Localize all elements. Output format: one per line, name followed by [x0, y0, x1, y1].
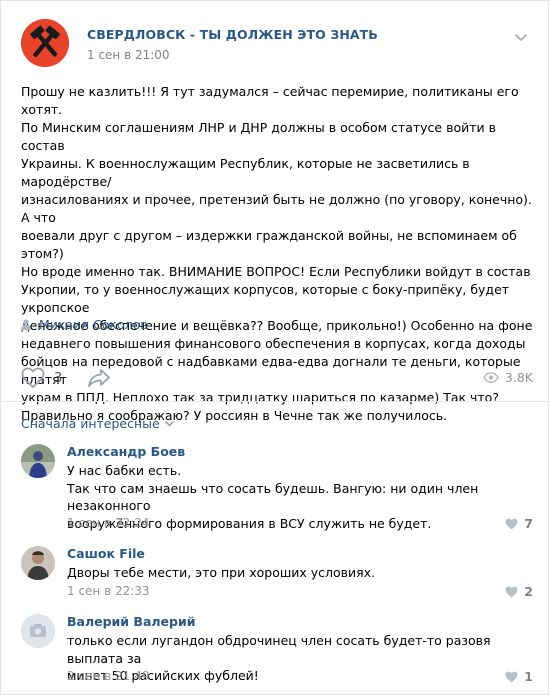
group-avatar[interactable] [21, 19, 69, 67]
comment-author[interactable]: Александр Боев [67, 444, 185, 459]
like-button[interactable]: 3 [21, 367, 62, 389]
comment-author[interactable]: Сашок File [67, 546, 145, 561]
crossed-hammers-icon [21, 19, 69, 67]
heart-icon [505, 586, 518, 597]
avatar[interactable] [21, 546, 55, 580]
group-name-link[interactable]: СВЕРДЛОВСК - ТЫ ДОЛЖЕН ЭТО ЗНАТЬ [87, 27, 378, 42]
comment-like-count: 1 [524, 669, 533, 684]
share-arrow-icon [88, 369, 110, 387]
comments-sort-label: Сначала интересные [21, 416, 160, 431]
comment-item: Валерий Валерий только если лугандон обд… [21, 614, 533, 686]
comment-date[interactable]: 1 сен в 22:33 [67, 584, 150, 598]
post-signer[interactable]: Михаил Соколов [21, 315, 148, 333]
comment-item: Сашок File Дворы тебе мести, это при хор… [21, 546, 533, 601]
comments-divider [1, 401, 548, 402]
eye-icon [483, 372, 499, 383]
comment-like-button[interactable]: 2 [505, 584, 533, 599]
avatar[interactable] [21, 614, 55, 648]
chevron-down-icon [165, 420, 174, 426]
signer-name[interactable]: Михаил Соколов [39, 317, 148, 332]
user-photo-icon [21, 444, 55, 478]
post-actions: 3 3.8K [21, 363, 533, 393]
heart-icon [21, 367, 45, 388]
like-count: 3 [54, 370, 63, 386]
comment-item: Александр Боев У нас бабки есть. Так что… [21, 444, 533, 534]
avatar[interactable] [21, 444, 55, 478]
chevron-down-icon[interactable] [513, 29, 529, 45]
comment-date[interactable]: 1 сен в 22:24 [67, 516, 150, 530]
heart-icon [505, 518, 518, 529]
comment-like-button[interactable]: 7 [505, 516, 533, 531]
post-header: СВЕРДЛОВСК - ТЫ ДОЛЖЕН ЭТО ЗНАТЬ 1 сен в… [21, 19, 531, 67]
user-icon [21, 319, 31, 330]
comment-author[interactable]: Валерий Валерий [67, 614, 195, 629]
share-button[interactable] [87, 367, 111, 393]
views-counter: 3.8K [483, 370, 533, 385]
comment-date[interactable]: 2 сен в 21:49 [67, 669, 150, 683]
user-photo-icon [21, 546, 55, 580]
heart-icon [505, 671, 518, 682]
post-date[interactable]: 1 сен в 21:00 [87, 48, 170, 62]
comments-sort-dropdown[interactable]: Сначала интересные [21, 416, 174, 431]
post-card: СВЕРДЛОВСК - ТЫ ДОЛЖЕН ЭТО ЗНАТЬ 1 сен в… [0, 0, 549, 695]
comment-like-count: 7 [524, 516, 533, 531]
camera-icon [21, 614, 55, 648]
views-count: 3.8K [504, 370, 533, 385]
comment-text: Дворы тебе мести, это при хороших услови… [67, 565, 376, 580]
comment-like-count: 2 [524, 584, 533, 599]
comment-like-button[interactable]: 1 [505, 669, 533, 684]
